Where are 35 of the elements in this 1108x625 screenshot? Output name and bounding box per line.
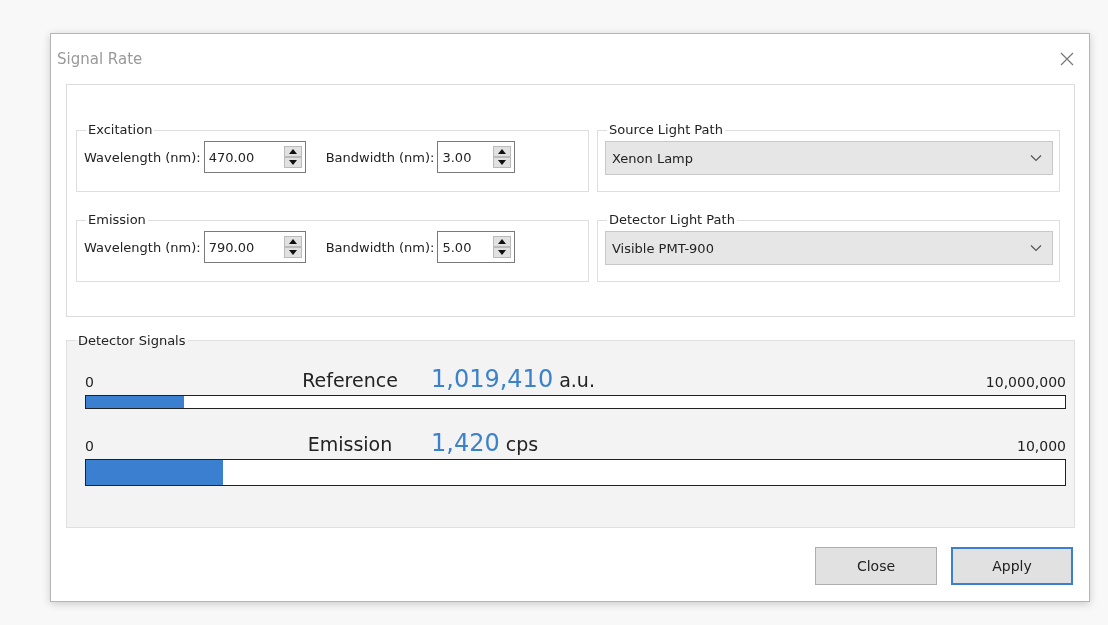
signal-name: Emission: [306, 433, 394, 455]
chevron-down-icon: [1030, 154, 1042, 162]
field-label: Wavelength (nm):: [84, 149, 201, 165]
group-title: Detector Signals: [76, 333, 188, 348]
signal-value: 1,420: [431, 429, 500, 457]
dropdown[interactable]: Xenon Lamp: [605, 141, 1053, 175]
spin-box[interactable]: 3.00: [437, 141, 516, 173]
spin-arrows-icon[interactable]: [283, 236, 302, 258]
dialog-button[interactable]: Apply: [951, 547, 1073, 585]
window-title: Signal Rate: [57, 50, 143, 68]
close-icon[interactable]: [1059, 51, 1075, 67]
field-label: Bandwidth (nm):: [325, 239, 435, 255]
group-title: Excitation: [86, 122, 155, 137]
group-title: Emission: [86, 212, 148, 227]
spin-arrows-icon[interactable]: [493, 146, 512, 168]
field-label: Wavelength (nm):: [84, 239, 201, 255]
spin-box[interactable]: 790.00: [203, 231, 306, 263]
dropdown[interactable]: Visible PMT-900: [605, 231, 1053, 265]
field-label: Bandwidth (nm):: [325, 149, 435, 165]
scale-min-label: 0: [85, 374, 95, 390]
spin-arrows-icon[interactable]: [493, 236, 512, 258]
group-title: Source Light Path: [607, 122, 725, 137]
signal-unit: a.u.: [559, 369, 595, 391]
spin-box[interactable]: 470.00: [203, 141, 306, 173]
spin-box[interactable]: 5.00: [437, 231, 516, 263]
spin-arrows-icon[interactable]: [283, 146, 302, 168]
dialog-button[interactable]: Close: [815, 547, 937, 585]
scale-min-label: 0: [85, 438, 95, 454]
scale-max-label: 10,000,000: [985, 374, 1066, 390]
signal-unit: cps: [505, 433, 539, 455]
group-title: Detector Light Path: [607, 212, 737, 227]
signal-name: Reference: [301, 369, 399, 391]
chevron-down-icon: [1030, 244, 1042, 252]
scale-max-label: 10,000: [1017, 438, 1066, 454]
signal-value: 1,019,410: [431, 365, 554, 393]
